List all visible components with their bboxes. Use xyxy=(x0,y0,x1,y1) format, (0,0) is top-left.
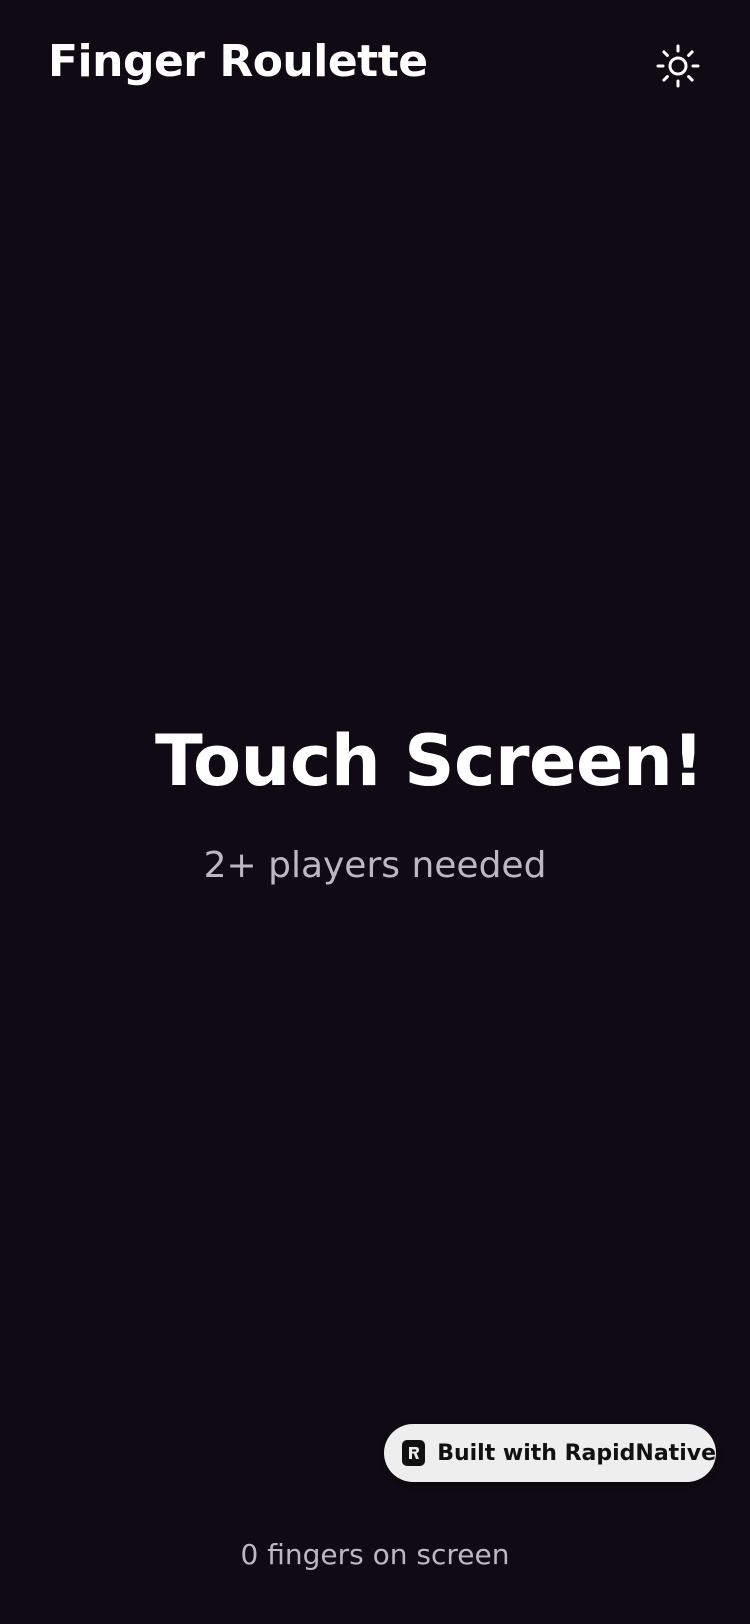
badge-label: Built with RapidNative xyxy=(437,1440,716,1466)
theme-toggle-button[interactable] xyxy=(650,38,706,94)
built-with-rapidnative-badge[interactable]: Built with RapidNative xyxy=(384,1424,716,1482)
touch-screen-title: Touch Screen! xyxy=(155,720,704,802)
sun-icon xyxy=(656,44,700,88)
app-title: Finger Roulette xyxy=(48,36,428,87)
players-needed-subtitle: 2+ players needed xyxy=(203,845,547,886)
finger-count-status: 0 fingers on screen xyxy=(240,1538,510,1571)
app-header: Finger Roulette xyxy=(0,0,750,130)
rapidnative-logo-icon xyxy=(402,1440,426,1466)
